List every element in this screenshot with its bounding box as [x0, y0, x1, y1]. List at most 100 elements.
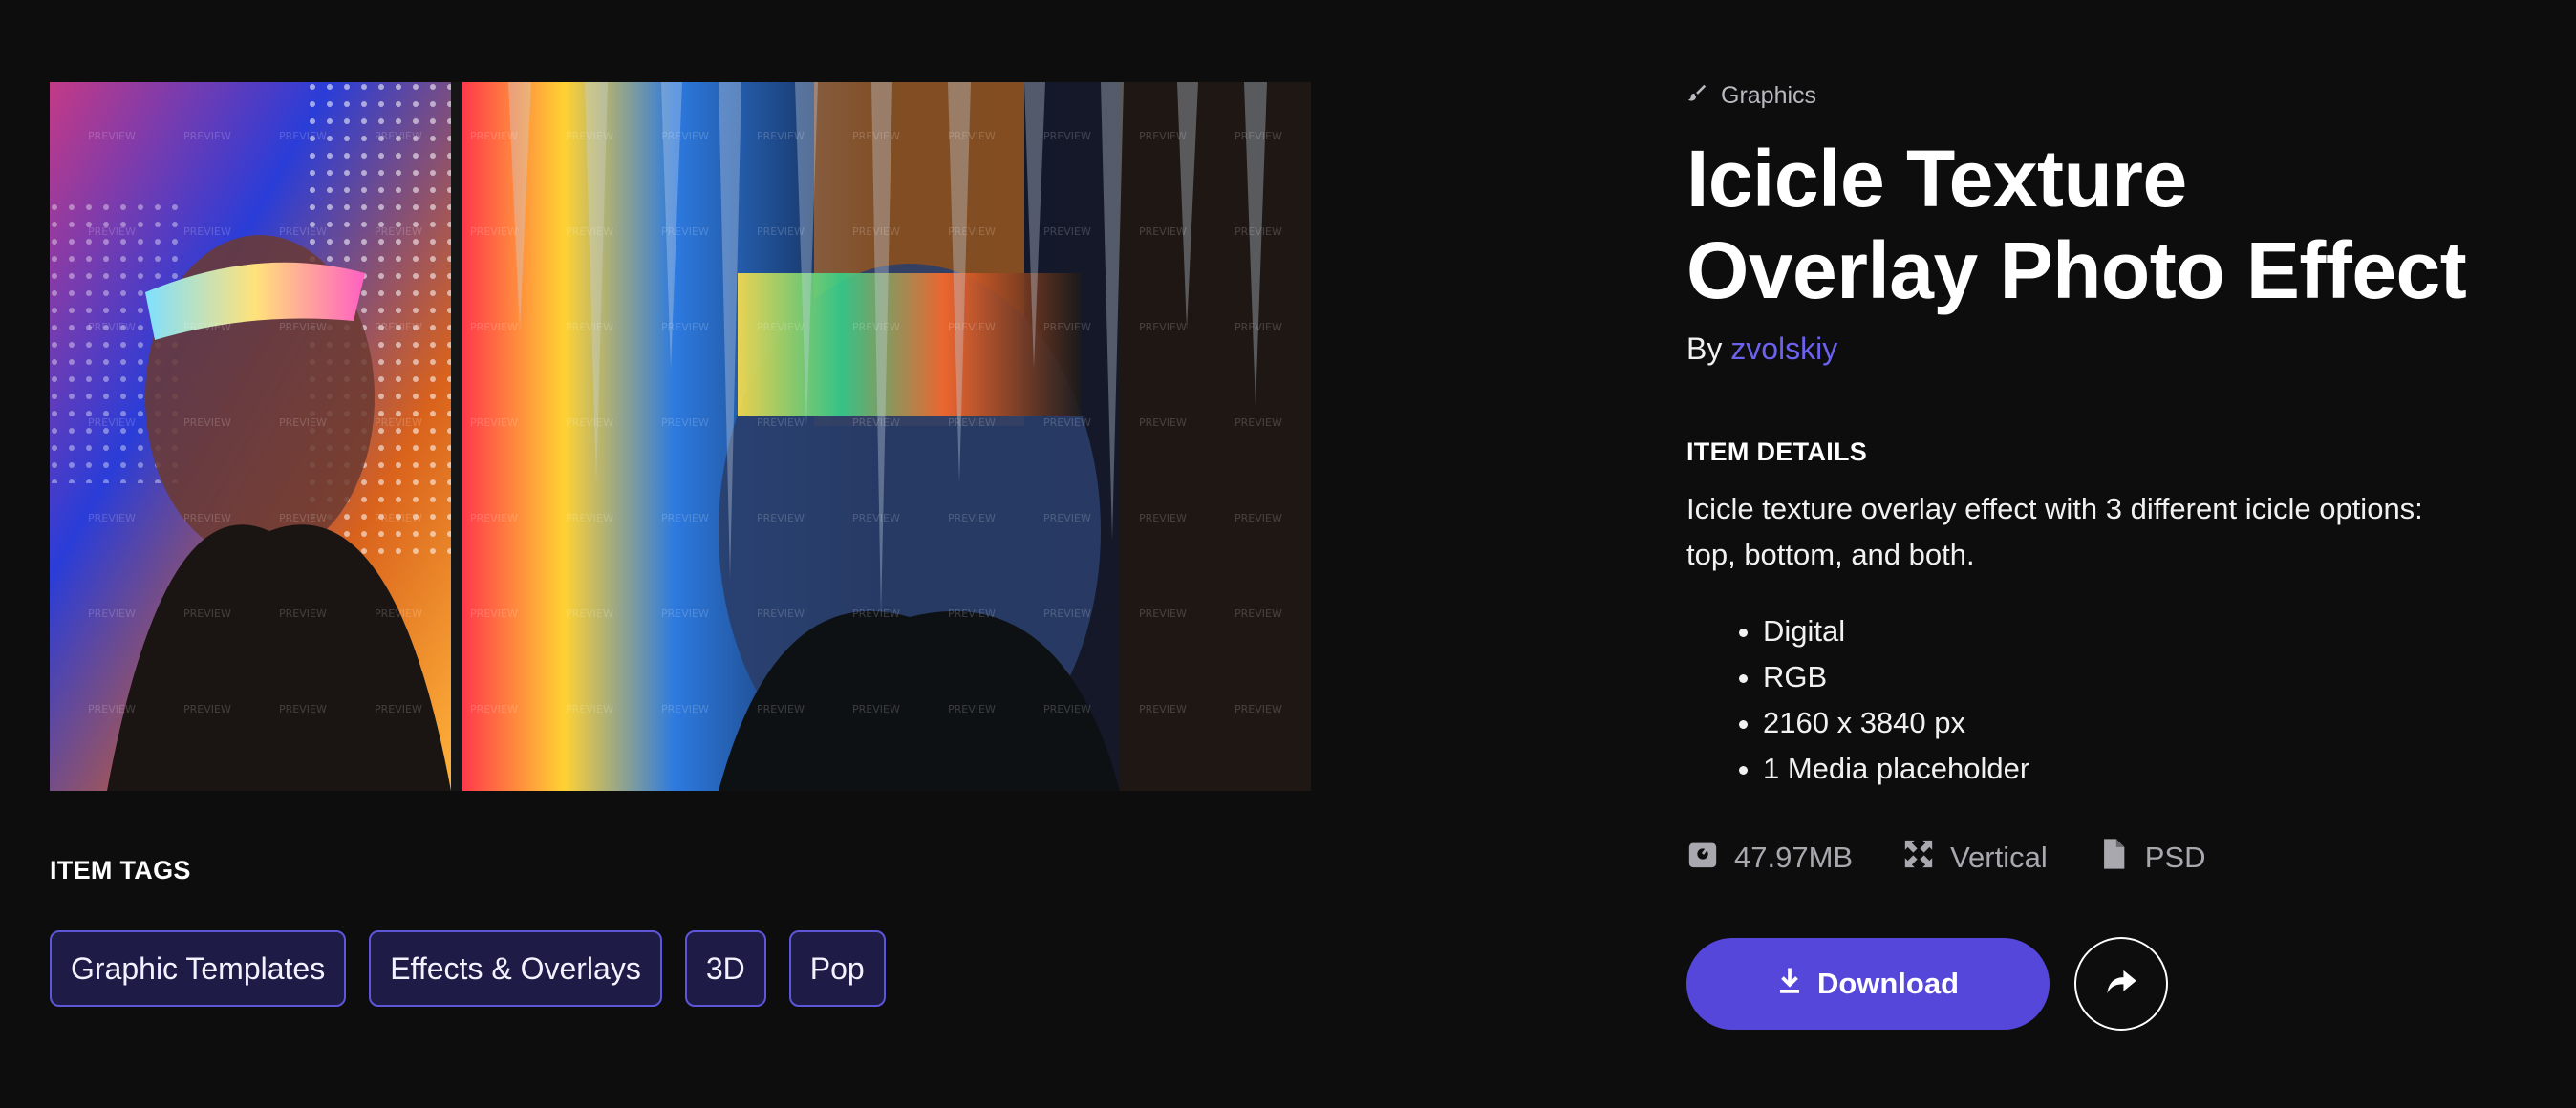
preview-watermark: PREVIEW — [661, 416, 709, 429]
preview-watermark: PREVIEW — [375, 416, 422, 429]
preview-watermark: PREVIEW — [852, 416, 900, 429]
preview-watermark: PREVIEW — [1139, 703, 1187, 715]
preview-watermark: PREVIEW — [375, 130, 422, 142]
preview-watermark: PREVIEW — [948, 130, 996, 142]
author-link[interactable]: zvolskiy — [1730, 331, 1837, 366]
preview-watermark: PREVIEW — [757, 130, 805, 142]
preview-watermark: PREVIEW — [183, 321, 231, 333]
file-format: PSD — [2097, 838, 2206, 878]
preview-watermark: PREVIEW — [183, 416, 231, 429]
share-arrow-icon — [2105, 968, 2137, 1001]
file-format-value: PSD — [2144, 841, 2206, 874]
file-meta: 47.97MB Vertical PSD — [1686, 838, 2527, 878]
tag-effects-overlays[interactable]: Effects & Overlays — [369, 930, 662, 1007]
preview-watermark: PREVIEW — [470, 703, 518, 715]
preview-watermark: PREVIEW — [1234, 512, 1282, 524]
preview-watermark: PREVIEW — [948, 416, 996, 429]
spec-list: Digital RGB 2160 x 3840 px 1 Media place… — [1686, 608, 2527, 792]
share-button[interactable] — [2074, 937, 2168, 1031]
preview-watermark: PREVIEW — [1043, 512, 1091, 524]
preview-watermark: PREVIEW — [1234, 225, 1282, 238]
brush-icon — [1686, 82, 1707, 110]
preview-watermark: PREVIEW — [661, 703, 709, 715]
preview-watermark: PREVIEW — [88, 703, 136, 715]
preview-watermark: PREVIEW — [661, 321, 709, 333]
preview-watermark: PREVIEW — [375, 607, 422, 620]
category-link[interactable]: Graphics — [1686, 82, 2527, 110]
preview-watermark: PREVIEW — [852, 130, 900, 142]
preview-watermark: PREVIEW — [1139, 607, 1187, 620]
preview-watermark: PREVIEW — [1139, 321, 1187, 333]
preview-watermark: PREVIEW — [757, 416, 805, 429]
preview-watermark: PREVIEW — [470, 130, 518, 142]
tags-heading: ITEM TAGS — [50, 856, 191, 884]
preview-watermark: PREVIEW — [183, 512, 231, 524]
action-bar: Download — [1686, 937, 2527, 1031]
preview-watermark: PREVIEW — [88, 225, 136, 238]
download-icon — [1777, 966, 1802, 1002]
preview-watermark: PREVIEW — [1139, 225, 1187, 238]
preview-watermark: PREVIEW — [566, 321, 613, 333]
preview-watermark: PREVIEW — [566, 225, 613, 238]
preview-watermark: PREVIEW — [88, 416, 136, 429]
spec-item: Digital — [1763, 608, 2527, 654]
preview-watermark: PREVIEW — [1234, 321, 1282, 333]
spec-item: 1 Media placeholder — [1763, 746, 2527, 792]
preview-watermark: PREVIEW — [948, 607, 996, 620]
preview-watermark: PREVIEW — [88, 512, 136, 524]
tag-pop[interactable]: Pop — [788, 930, 886, 1007]
preview-watermark: PREVIEW — [183, 130, 231, 142]
by-label: By — [1686, 331, 1723, 366]
preview-watermark: PREVIEW — [852, 703, 900, 715]
tag-list: Graphic Templates Effects & Overlays 3D … — [50, 930, 886, 1007]
byline: By zvolskiy — [1686, 331, 2527, 367]
preview-watermark: PREVIEW — [1139, 416, 1187, 429]
spec-item: 2160 x 3840 px — [1763, 700, 2527, 746]
preview-watermark: PREVIEW — [1043, 416, 1091, 429]
preview-watermark: PREVIEW — [1234, 607, 1282, 620]
file-size-icon — [1686, 838, 1719, 878]
tag-3d[interactable]: 3D — [684, 930, 766, 1007]
preview-watermark: PREVIEW — [852, 321, 900, 333]
preview-artwork: PREVIEW PREVIEW PREVIEW PREVIEW PREVIEW PREVI… — [50, 82, 1311, 791]
preview-watermark: PREVIEW — [661, 225, 709, 238]
preview-watermark: PREVIEW — [757, 703, 805, 715]
preview-watermark: PREVIEW — [1043, 321, 1091, 333]
file-size-value: 47.97MB — [1734, 841, 1854, 874]
preview-image[interactable]: PREVIEW PREVIEW PREVIEW PREVIEW PREVIEW PREVI… — [50, 82, 1311, 791]
preview-watermark: PREVIEW — [279, 512, 327, 524]
expand-arrows-icon — [1902, 838, 1935, 878]
preview-watermark: PREVIEW — [948, 225, 996, 238]
orientation-value: Vertical — [1950, 841, 2048, 874]
preview-watermark: PREVIEW — [183, 225, 231, 238]
download-button[interactable]: Download — [1686, 938, 2050, 1030]
preview-watermark: PREVIEW — [279, 225, 327, 238]
preview-watermark: PREVIEW — [279, 130, 327, 142]
download-label: Download — [1816, 967, 1960, 1000]
file-size: 47.97MB — [1686, 838, 1853, 878]
preview-watermark: PREVIEW — [948, 703, 996, 715]
spec-item: RGB — [1763, 654, 2527, 700]
item-info-panel: Graphics Icicle Texture Overlay Photo Ef… — [1686, 82, 2527, 1031]
preview-watermark: PREVIEW — [757, 607, 805, 620]
preview-watermark: PREVIEW — [566, 703, 613, 715]
preview-watermark: PREVIEW — [470, 512, 518, 524]
title-line-2: Overlay Photo Effect — [1686, 225, 2467, 315]
category-label: Graphics — [1721, 82, 1817, 109]
preview-watermark: PREVIEW — [375, 321, 422, 333]
preview-watermark: PREVIEW — [470, 225, 518, 238]
preview-watermark: PREVIEW — [566, 416, 613, 429]
preview-watermark: PREVIEW — [661, 607, 709, 620]
file-icon — [2097, 838, 2130, 878]
preview-watermark: PREVIEW — [470, 321, 518, 333]
orientation: Vertical — [1902, 838, 2048, 878]
preview-watermark: PREVIEW — [1043, 607, 1091, 620]
preview-watermark: PREVIEW — [1234, 416, 1282, 429]
preview-watermark: PREVIEW — [757, 321, 805, 333]
preview-watermark: PREVIEW — [183, 703, 231, 715]
tag-graphic-templates[interactable]: Graphic Templates — [50, 930, 347, 1007]
preview-watermark: PREVIEW — [1139, 130, 1187, 142]
preview-watermark: PREVIEW — [183, 607, 231, 620]
preview-watermark: PREVIEW — [1139, 512, 1187, 524]
preview-watermark: PREVIEW — [279, 416, 327, 429]
